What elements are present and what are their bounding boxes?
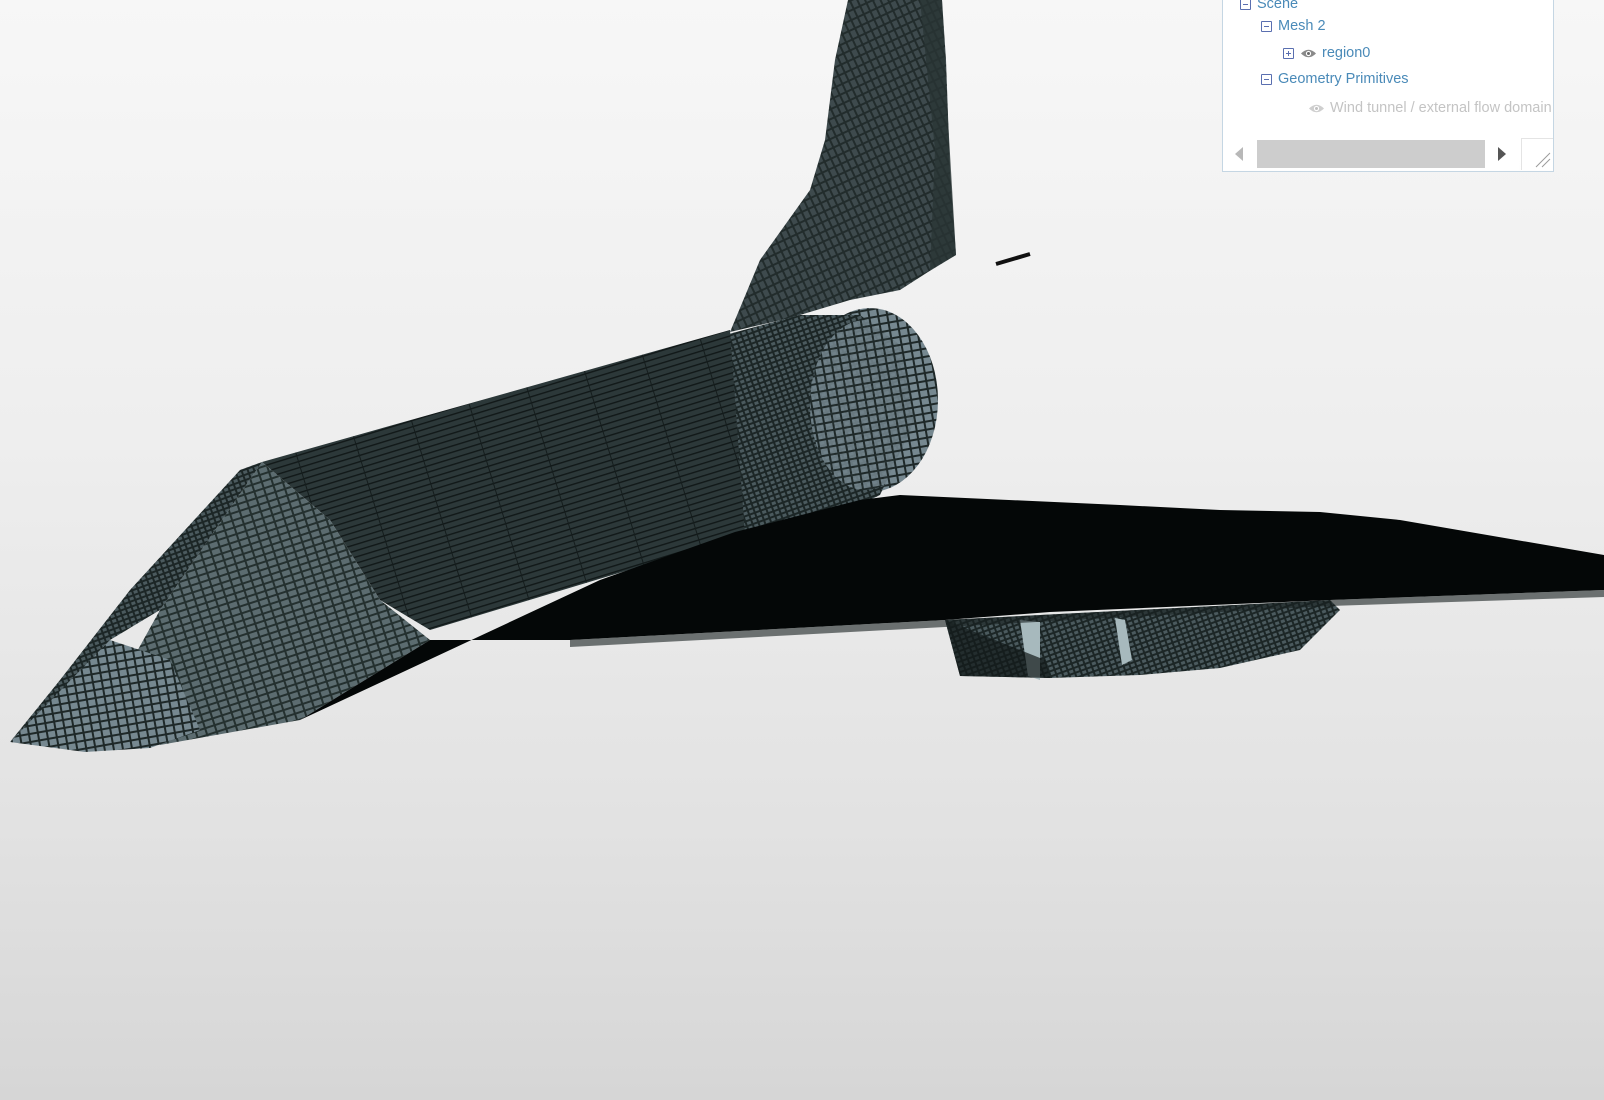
- antenna-fragment: [995, 252, 1031, 266]
- arrow-left-icon[interactable]: [1235, 147, 1243, 161]
- tree-item-scene[interactable]: Scene: [1240, 0, 1298, 15]
- tree-item-wind-tunnel[interactable]: Wind tunnel / external flow domain: [1308, 97, 1552, 119]
- plus-box-icon[interactable]: [1283, 47, 1294, 59]
- tree-item-region0[interactable]: region0: [1283, 42, 1370, 64]
- minus-box-icon[interactable]: [1240, 0, 1251, 10]
- tree-item-mesh[interactable]: Mesh 2: [1261, 15, 1326, 37]
- minus-box-icon[interactable]: [1261, 73, 1272, 85]
- eye-icon[interactable]: [1300, 48, 1317, 59]
- 3d-viewport[interactable]: Scene Mesh 2 region0 Geometry Primitives: [0, 0, 1604, 1100]
- resize-grip[interactable]: [1521, 138, 1553, 170]
- tree-item-label[interactable]: Geometry Primitives: [1278, 71, 1409, 87]
- tree-item-label[interactable]: region0: [1322, 45, 1370, 61]
- vertical-stabilizer: [730, 0, 956, 332]
- resize-grip-icon[interactable]: [1522, 139, 1554, 171]
- tree-item-label[interactable]: Wind tunnel / external flow domain: [1330, 100, 1552, 116]
- tree-item-geometry-primitives[interactable]: Geometry Primitives: [1261, 68, 1409, 90]
- tree-item-label[interactable]: Mesh 2: [1278, 18, 1326, 34]
- minus-box-icon[interactable]: [1261, 20, 1272, 32]
- tree-item-label[interactable]: Scene: [1257, 0, 1298, 12]
- arrow-right-icon[interactable]: [1498, 147, 1506, 161]
- horizontal-scrollbar[interactable]: [1223, 138, 1519, 170]
- scene-tree-panel: Scene Mesh 2 region0 Geometry Primitives: [1222, 0, 1554, 172]
- scrollbar-thumb[interactable]: [1257, 140, 1485, 168]
- eye-icon[interactable]: [1308, 103, 1325, 114]
